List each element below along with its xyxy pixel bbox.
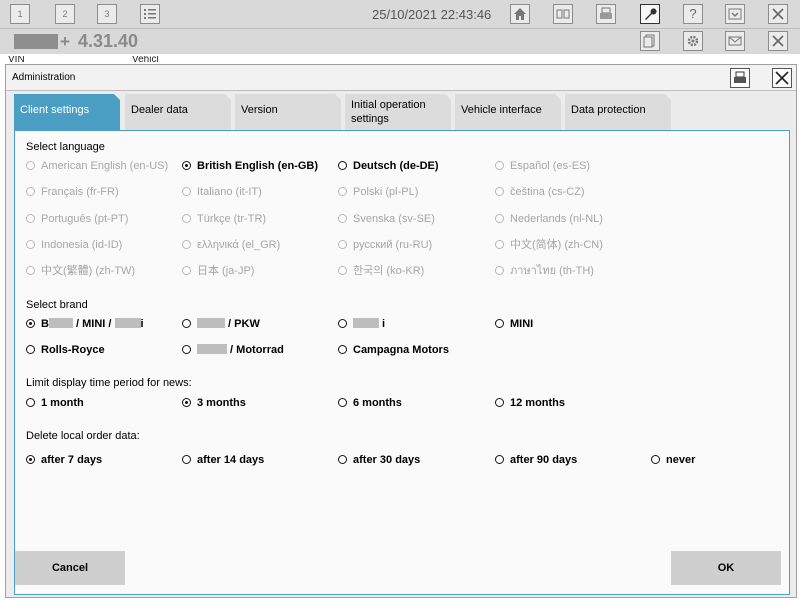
radio-icon (26, 345, 35, 354)
radio-icon (495, 240, 504, 249)
redacted-text (197, 318, 225, 328)
radio-icon (651, 455, 660, 464)
radio-icon (338, 187, 347, 196)
radio-icon (495, 187, 504, 196)
radio-icon (26, 187, 35, 196)
brand-name-part: i (379, 318, 386, 330)
radio-icon (26, 266, 35, 275)
tab-version[interactable]: Version (235, 94, 341, 130)
print-icon[interactable] (730, 68, 750, 88)
radio-icon (338, 214, 347, 223)
help-icon[interactable]: ? (683, 4, 703, 24)
tab-data-protection[interactable]: Data protection (565, 94, 671, 130)
print-icon[interactable] (596, 4, 616, 24)
brand-name-part: / MINI / (72, 318, 115, 330)
brand-section-heading: Select brand (26, 299, 88, 311)
download-icon[interactable] (725, 4, 745, 24)
radio-icon (338, 345, 347, 354)
vehicle-info-bar: + 4.31.40 (0, 29, 800, 54)
radio-icon (26, 161, 35, 170)
close-icon[interactable] (768, 4, 788, 24)
close-icon[interactable] (772, 68, 792, 88)
session-tab-1[interactable]: 1 (10, 4, 30, 24)
cancel-button[interactable]: Cancel (15, 551, 125, 585)
radio-icon (182, 455, 191, 464)
radio-icon (338, 161, 347, 170)
radio-icon (495, 266, 504, 275)
brand-name-part: / PKW (225, 318, 260, 330)
brand-name-part: i (140, 318, 144, 330)
radio-icon (338, 398, 347, 407)
brand-name-part: / Motorrad (227, 344, 284, 356)
radio-icon (26, 455, 35, 464)
list-icon[interactable] (140, 4, 160, 24)
news-period-heading: Limit display time period for news: (26, 377, 192, 389)
radio-icon (26, 319, 35, 328)
radio-icon (26, 398, 35, 407)
dialog-title: Administration (12, 72, 76, 83)
radio-icon (338, 455, 347, 464)
radio-icon (182, 345, 191, 354)
app-toolbar: 1 2 3 25/10/2021 22:43:46 ? (0, 0, 800, 29)
redacted-text (48, 318, 73, 328)
vehicle-label: Vehicl (132, 56, 159, 64)
radio-icon (26, 240, 35, 249)
radio-icon (338, 266, 347, 275)
radio-icon (182, 161, 191, 170)
split-view-icon[interactable] (553, 4, 573, 24)
tab-initial-operation-settings[interactable]: Initial operation settings (345, 94, 451, 130)
gear-icon[interactable] (683, 31, 703, 51)
plus-sign: + (60, 32, 70, 51)
document-icon[interactable] (640, 31, 660, 51)
delete-orders-heading: Delete local order data: (26, 430, 140, 442)
home-icon[interactable] (510, 4, 530, 24)
datetime-display: 25/10/2021 22:43:46 (372, 7, 492, 22)
radio-icon (182, 240, 191, 249)
vehicle-header-strip: VIN Vehicl (0, 54, 800, 64)
ok-button[interactable]: OK (671, 551, 781, 585)
administration-dialog: Administration Client settings Dealer da… (5, 64, 797, 598)
radio-icon (182, 214, 191, 223)
radio-icon (182, 319, 191, 328)
redacted-logo (14, 34, 58, 49)
close-icon[interactable] (768, 31, 788, 51)
radio-icon (182, 266, 191, 275)
redacted-text (114, 318, 141, 328)
vin-label: VIN (8, 56, 25, 64)
session-tab-3[interactable]: 3 (97, 4, 117, 24)
language-section-heading: Select language (26, 141, 105, 153)
tab-vehicle-interface[interactable]: Vehicle interface (455, 94, 561, 130)
radio-icon (495, 214, 504, 223)
dialog-titlebar: Administration (6, 65, 796, 91)
brand-name-part: B (41, 318, 49, 330)
radio-icon (495, 161, 504, 170)
radio-icon (495, 455, 504, 464)
radio-icon (182, 187, 191, 196)
session-tab-2[interactable]: 2 (55, 4, 75, 24)
radio-icon (26, 214, 35, 223)
client-settings-panel: Select language American English (en-US)… (14, 130, 790, 595)
tab-client-settings[interactable]: Client settings (14, 94, 120, 130)
radio-icon (338, 319, 347, 328)
radio-icon (338, 240, 347, 249)
radio-icon (182, 398, 191, 407)
radio-icon (495, 319, 504, 328)
mail-icon[interactable] (725, 31, 745, 51)
redacted-text (197, 344, 227, 354)
software-version: 4.31.40 (78, 31, 139, 51)
tab-dealer-data[interactable]: Dealer data (125, 94, 231, 130)
redacted-text (353, 318, 379, 328)
radio-icon (495, 398, 504, 407)
wrench-icon[interactable] (640, 4, 660, 24)
